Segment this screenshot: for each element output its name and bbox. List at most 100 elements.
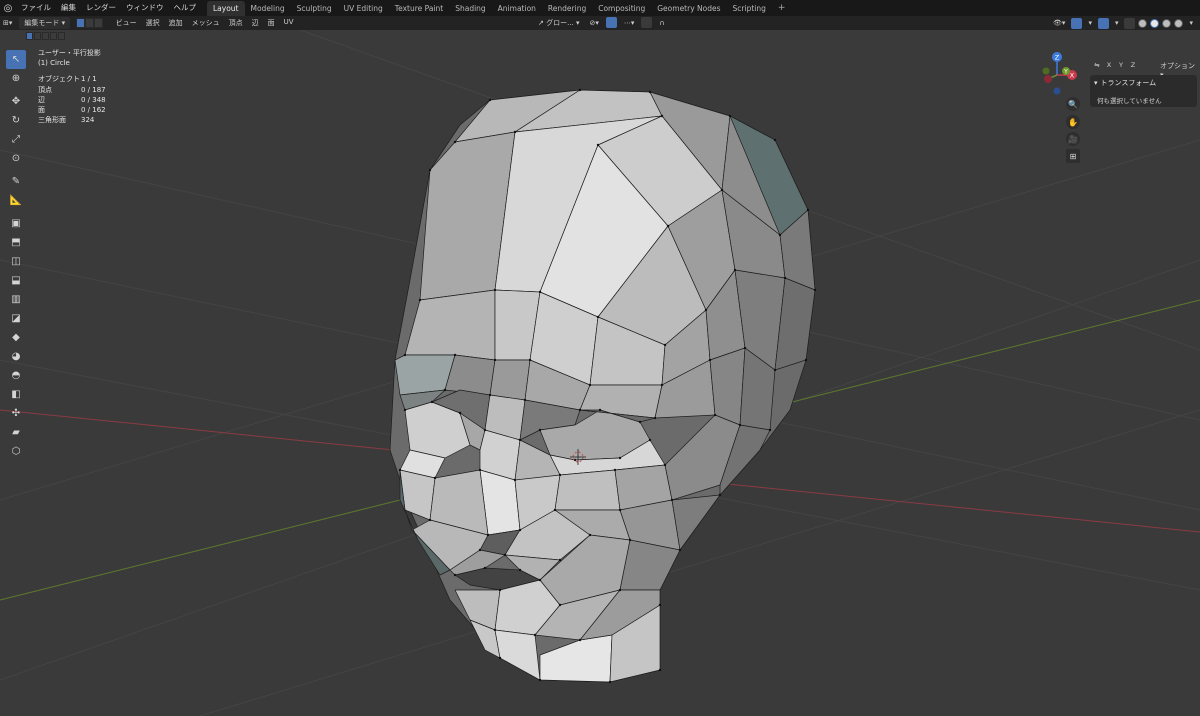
menu-view[interactable]: ビュー: [111, 18, 141, 28]
pan-hand-icon[interactable]: ✋: [1066, 115, 1080, 129]
annotate-tool-icon[interactable]: ✎: [6, 172, 26, 191]
grid-projection-icon[interactable]: ⊞: [1066, 149, 1080, 163]
edge-select-button[interactable]: [85, 18, 95, 28]
camera-icon[interactable]: 🎥: [1066, 132, 1080, 146]
tab-texture-paint[interactable]: Texture Paint: [389, 1, 449, 16]
vertex-select-button[interactable]: [76, 18, 86, 28]
mirror-z-button[interactable]: Z: [1128, 60, 1138, 70]
xray-toggle-icon[interactable]: [1124, 17, 1136, 29]
select-extend-button[interactable]: [34, 32, 41, 40]
tab-scripting[interactable]: Scripting: [727, 1, 772, 16]
mirror-y-button[interactable]: Y: [1116, 60, 1126, 70]
stat-objects: オブジェクト 1 / 1: [38, 74, 106, 84]
overlay-toggle-icon[interactable]: [1097, 17, 1109, 29]
select-intersect-button[interactable]: [58, 32, 65, 40]
tab-compositing[interactable]: Compositing: [592, 1, 651, 16]
menu-edge[interactable]: 辺: [247, 18, 263, 28]
edge-slide-tool-icon[interactable]: ◧: [6, 385, 26, 404]
rip-tool-icon[interactable]: ⬡: [6, 442, 26, 461]
extrude-tool-icon[interactable]: ⬒: [6, 233, 26, 252]
wireframe-shading-icon[interactable]: [1138, 18, 1148, 28]
tab-uv-editing[interactable]: UV Editing: [338, 1, 389, 16]
mirror-toggle-icon[interactable]: ⇋: [1092, 60, 1102, 70]
transform-tool-icon[interactable]: ⊙: [6, 149, 26, 168]
inset-tool-icon[interactable]: ◫: [6, 252, 26, 271]
select-invert-button[interactable]: [50, 32, 57, 40]
bevel-tool-icon[interactable]: ⬓: [6, 271, 26, 290]
gizmo-toggle-icon[interactable]: [1071, 17, 1083, 29]
knife-tool-icon[interactable]: ◪: [6, 309, 26, 328]
cursor-tool-icon[interactable]: ⊕: [6, 69, 26, 88]
mirror-x-button[interactable]: X: [1104, 60, 1114, 70]
stat-value: 0 / 348: [81, 95, 106, 104]
select-subtract-button[interactable]: [42, 32, 49, 40]
shading-dropdown[interactable]: ▾: [1186, 17, 1196, 29]
spin-tool-icon[interactable]: ◕: [6, 347, 26, 366]
menu-add[interactable]: 追加: [164, 18, 187, 28]
gizmo-neg-z-axis[interactable]: [1053, 87, 1061, 95]
select-new-button[interactable]: [26, 32, 33, 40]
stat-label: 三角形面: [38, 116, 66, 125]
shrink-fatten-tool-icon[interactable]: ✣: [6, 404, 26, 423]
tab-shading[interactable]: Shading: [449, 1, 491, 16]
move-tool-icon[interactable]: ✥: [6, 92, 26, 111]
3d-viewport[interactable]: ↖ ⊕ ✥ ↻ ⤢ ⊙ ✎ 📐 ▣ ⬒ ◫ ⬓ ▥ ◪ ◆ ◕ ◓ ◧ ✣ ▰ …: [0, 30, 1200, 716]
menu-uv[interactable]: UV: [279, 18, 298, 28]
snap-dropdown[interactable]: ⋯▾: [621, 17, 638, 29]
material-shading-icon[interactable]: [1162, 18, 1172, 28]
menu-render[interactable]: レンダー: [81, 0, 121, 16]
tab-modeling[interactable]: Modeling: [245, 1, 291, 16]
stat-triangles: 三角形面 324: [38, 115, 106, 125]
tab-animation[interactable]: Animation: [492, 1, 542, 16]
menu-file[interactable]: ファイル: [16, 0, 56, 16]
snap-toggle-icon[interactable]: [605, 17, 617, 28]
gizmo-neg-x-axis[interactable]: [1044, 75, 1052, 83]
menu-edit[interactable]: 編集: [56, 0, 81, 16]
menu-mesh[interactable]: メッシュ: [187, 18, 224, 28]
gizmo-dropdown[interactable]: ▾: [1085, 17, 1095, 29]
navigation-gizmo[interactable]: Z X Y: [1032, 50, 1082, 100]
add-workspace-icon[interactable]: +: [772, 1, 792, 16]
smooth-tool-icon[interactable]: ◓: [6, 366, 26, 385]
orientation-label: グロー...: [546, 19, 574, 27]
menu-select[interactable]: 選択: [141, 18, 164, 28]
loop-cut-tool-icon[interactable]: ▥: [6, 290, 26, 309]
tab-rendering[interactable]: Rendering: [542, 1, 592, 16]
editor-type-icon[interactable]: ⊞▾: [0, 17, 15, 29]
select-mode-group: [76, 18, 104, 28]
stat-label: 頂点: [38, 85, 52, 94]
menu-face[interactable]: 面: [263, 18, 279, 28]
transform-panel-header[interactable]: ▾ トランスフォーム: [1094, 78, 1193, 88]
shear-tool-icon[interactable]: ▰: [6, 423, 26, 442]
pivot-icon[interactable]: ⊘▾: [587, 17, 602, 29]
menu-window[interactable]: ウィンドウ: [121, 0, 169, 16]
mode-dropdown[interactable]: 編集モード ▾: [19, 17, 71, 29]
tab-sculpting[interactable]: Sculpting: [291, 1, 338, 16]
poly-build-tool-icon[interactable]: ◆: [6, 328, 26, 347]
select-tool-icon[interactable]: ↖: [6, 50, 26, 69]
face-select-button[interactable]: [94, 18, 104, 28]
head-mesh[interactable]: [389, 89, 816, 683]
viewport-header: ⊞▾ 編集モード ▾ ビュー 選択 追加 メッシュ 頂点 辺 面 UV ↗ グロ…: [0, 16, 1200, 30]
measure-tool-icon[interactable]: 📐: [6, 191, 26, 210]
rotate-tool-icon[interactable]: ↻: [6, 111, 26, 130]
tab-geometry-nodes[interactable]: Geometry Nodes: [651, 1, 726, 16]
blender-logo-icon[interactable]: ◎: [0, 0, 16, 16]
menu-help[interactable]: ヘルプ: [169, 0, 202, 16]
stat-label: 面: [38, 106, 45, 115]
rendered-shading-icon[interactable]: [1174, 18, 1184, 28]
zoom-icon[interactable]: 🔍: [1066, 97, 1080, 111]
visibility-icon[interactable]: 👁▾: [1050, 17, 1068, 29]
proportional-edit-icon[interactable]: [641, 17, 653, 28]
falloff-icon[interactable]: ∩: [656, 17, 667, 29]
scale-tool-icon[interactable]: ⤢: [6, 130, 26, 149]
gizmo-neg-y-axis[interactable]: [1042, 67, 1050, 75]
orientation-dropdown[interactable]: ↗ グロー... ▾: [535, 17, 583, 29]
overlay-dropdown[interactable]: ▾: [1112, 17, 1122, 29]
stat-edges: 辺 0 / 348: [38, 95, 106, 105]
viewport-scene[interactable]: [0, 30, 1200, 716]
solid-shading-icon[interactable]: [1150, 18, 1160, 28]
menu-vertex[interactable]: 頂点: [224, 18, 247, 28]
add-cube-tool-icon[interactable]: ▣: [6, 214, 26, 233]
tab-layout[interactable]: Layout: [207, 0, 245, 16]
